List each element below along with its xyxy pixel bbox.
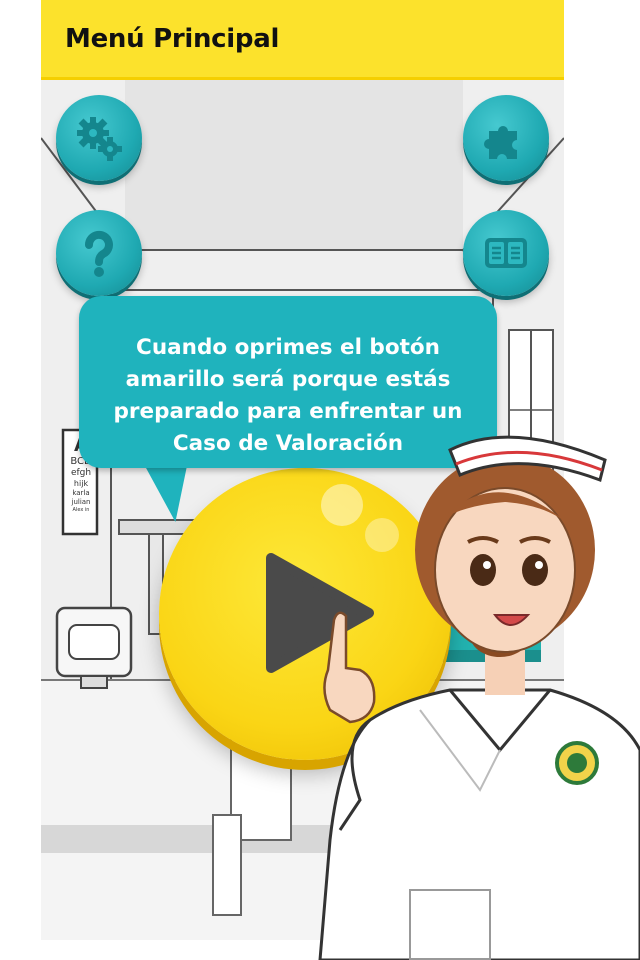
puzzle-button[interactable] — [463, 95, 549, 181]
puzzle-icon — [484, 126, 517, 159]
settings-button[interactable] — [56, 95, 142, 181]
eye-chart-line: hijk — [73, 479, 89, 488]
bubble-line: Cuando oprimes el botón — [136, 335, 440, 360]
app-header: Menú Principal — [41, 0, 564, 80]
open-book-icon — [485, 238, 527, 268]
eye-chart-line: karla — [72, 489, 90, 497]
help-button[interactable] — [56, 210, 142, 296]
bubble-line: amarillo será porque estás — [125, 367, 451, 392]
gears-icon — [77, 117, 122, 161]
book-button[interactable] — [463, 210, 549, 296]
eye-chart-line: julian — [71, 498, 91, 506]
question-mark-icon — [84, 230, 113, 277]
eye-chart-line: Alex in — [72, 507, 90, 513]
eye-chart-line: efgh — [70, 468, 92, 478]
nurse-character — [318, 435, 640, 960]
page-title: Menú Principal — [65, 24, 280, 54]
